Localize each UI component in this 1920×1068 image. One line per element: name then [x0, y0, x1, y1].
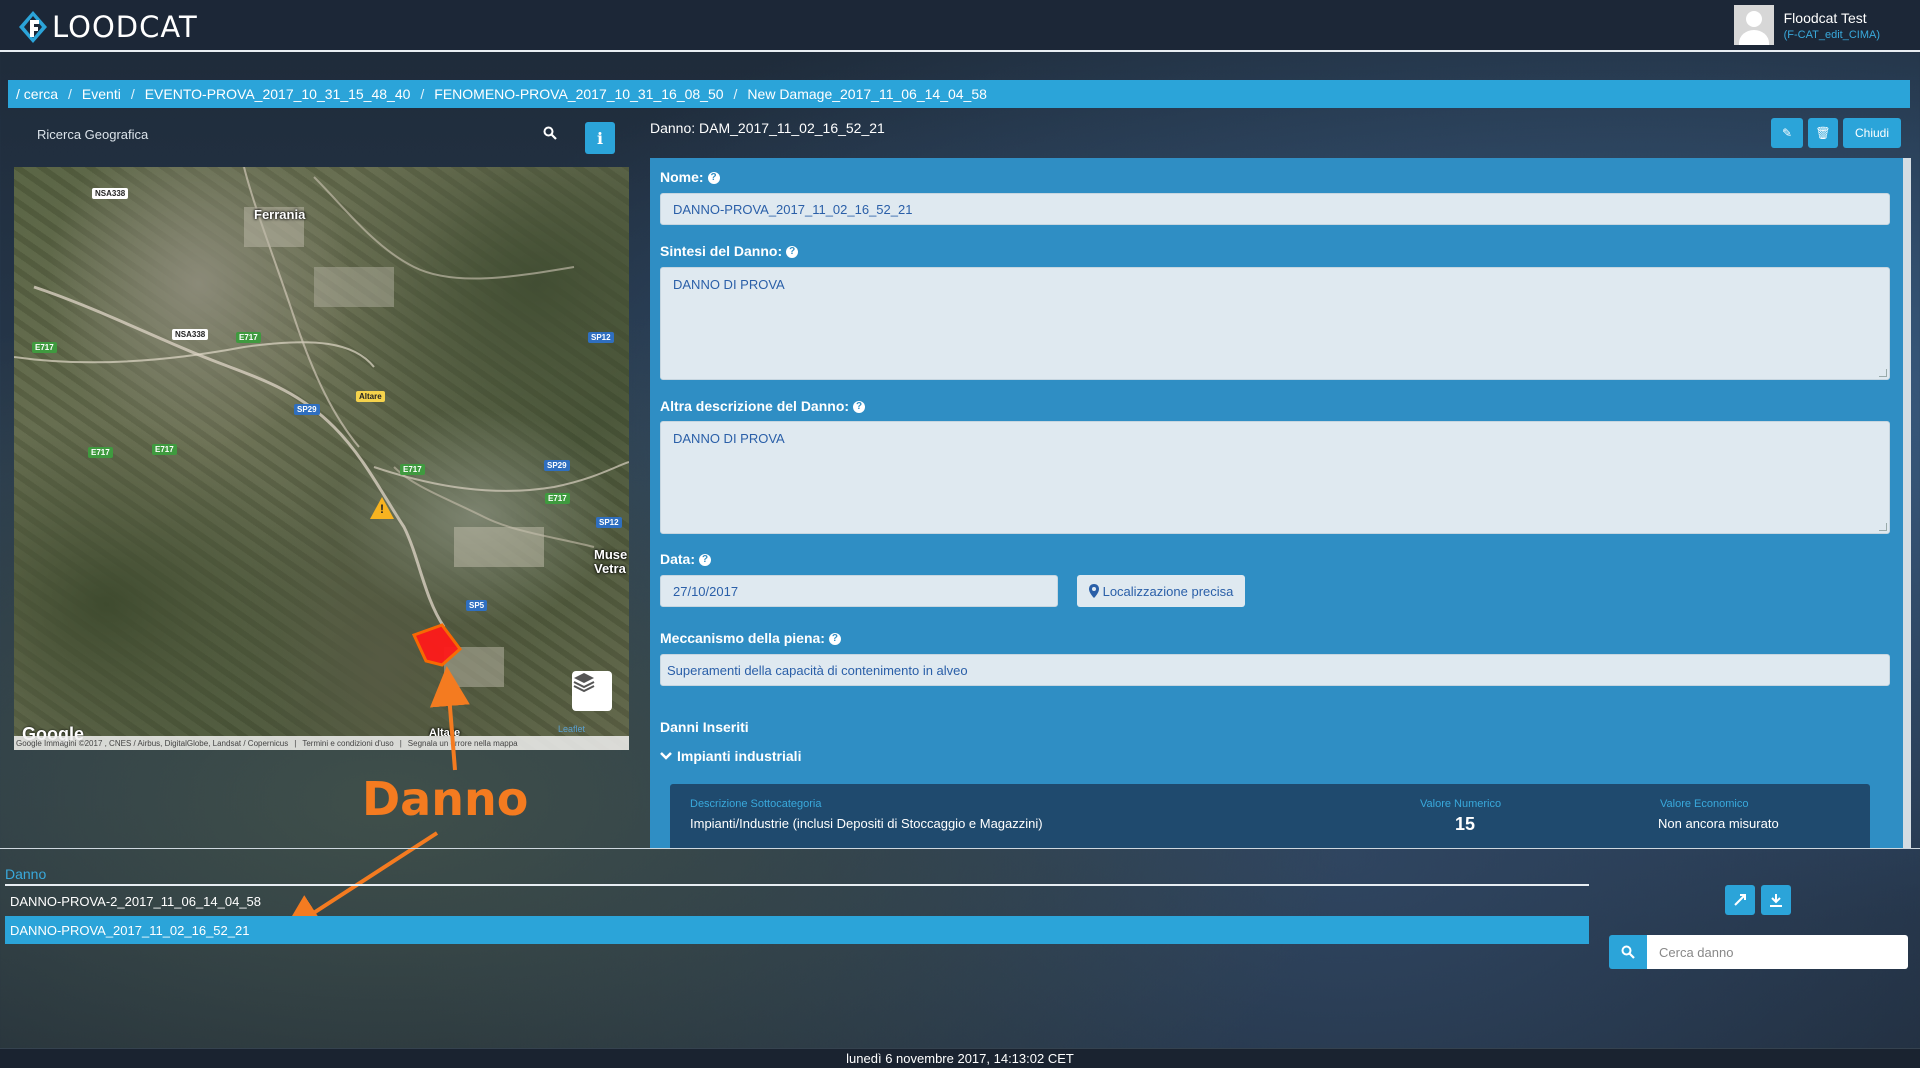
- collapse-button[interactable]: [1725, 885, 1755, 915]
- inserted-damages-title: Danni Inseriti: [660, 719, 749, 735]
- edit-icon: ✎: [1781, 126, 1793, 140]
- numeric-value: 15: [1454, 814, 1476, 834]
- name-label: Nome:?: [660, 169, 720, 185]
- search-icon: [1621, 945, 1635, 959]
- name-field[interactable]: DANNO-PROVA_2017_11_02_16_52_21: [660, 193, 1890, 225]
- help-icon[interactable]: ?: [828, 633, 841, 646]
- delete-button[interactable]: 🗑: [1808, 118, 1838, 148]
- summary-textarea[interactable]: DANNO DI PROVA: [660, 267, 1890, 380]
- category-header: Valore Economico: [1660, 798, 1749, 810]
- damage-search: [1609, 935, 1908, 969]
- help-icon[interactable]: ?: [786, 246, 799, 259]
- chevron-down-icon: [660, 752, 672, 760]
- status-footer: lunedì 6 novembre 2017, 14:13:02 CET: [0, 1048, 1920, 1068]
- edit-button[interactable]: ✎: [1771, 118, 1803, 148]
- list-header-underline: [5, 884, 1589, 886]
- download-icon: [1770, 894, 1782, 907]
- resize-handle[interactable]: [1879, 523, 1887, 531]
- help-icon[interactable]: ?: [707, 172, 720, 185]
- help-icon[interactable]: ?: [853, 401, 866, 414]
- date-label: Data:?: [660, 551, 712, 567]
- summary-label: Sintesi del Danno:?: [660, 243, 799, 259]
- close-button[interactable]: Chiudi: [1843, 118, 1901, 148]
- list-item-selected[interactable]: DANNO-PROVA_2017_11_02_16_52_21: [5, 916, 1589, 944]
- damage-title: Danno: DAM_2017_11_02_16_52_21: [650, 120, 885, 136]
- precise-location-button[interactable]: Localizzazione precisa: [1077, 575, 1245, 607]
- damage-form-panel: Nome:? DANNO-PROVA_2017_11_02_16_52_21 S…: [650, 158, 1903, 848]
- summary-text: DANNO DI PROVA: [673, 277, 785, 292]
- economic-value: Non ancora misurato: [1658, 816, 1779, 831]
- help-icon[interactable]: ?: [699, 554, 712, 567]
- current-datetime: lunedì 6 novembre 2017, 14:13:02 CET: [846, 1051, 1074, 1066]
- damage-list-header[interactable]: Danno: [5, 866, 46, 882]
- damage-search-input[interactable]: [1647, 935, 1908, 969]
- download-button[interactable]: [1761, 885, 1791, 915]
- subcategory-description: Impianti/Industrie (inclusi Depositi di …: [690, 816, 1043, 831]
- compress-icon: [1734, 894, 1746, 906]
- other-description-textarea[interactable]: DANNO DI PROVA: [660, 421, 1890, 534]
- section-divider: [0, 848, 1920, 849]
- other-description-text: DANNO DI PROVA: [673, 431, 785, 446]
- category-name: Impianti industriali: [677, 748, 802, 764]
- category-header: Descrizione Sottocategoria: [690, 798, 822, 810]
- other-description-label: Altra descrizione del Danno:?: [660, 398, 866, 414]
- category-card: Descrizione Sottocategoria Valore Numeri…: [670, 784, 1870, 848]
- trash-icon: 🗑: [1815, 126, 1831, 140]
- date-field[interactable]: 27/10/2017: [660, 575, 1058, 607]
- category-toggle[interactable]: Impianti industriali: [660, 748, 801, 764]
- annotation-label: Danno: [362, 772, 529, 826]
- mechanism-label: Meccanismo della piena:?: [660, 630, 841, 646]
- mechanism-select[interactable]: Superamenti della capacità di contenimen…: [660, 654, 1890, 686]
- precise-location-label: Localizzazione precisa: [1102, 583, 1234, 599]
- resize-handle[interactable]: [1879, 369, 1887, 377]
- list-item[interactable]: DANNO-PROVA-2_2017_11_06_14_04_58: [5, 887, 1589, 915]
- map-marker-icon: [1088, 584, 1099, 598]
- search-button[interactable]: [1609, 935, 1647, 969]
- category-header: Valore Numerico: [1420, 798, 1502, 810]
- panel-scrollbar[interactable]: [1903, 158, 1911, 848]
